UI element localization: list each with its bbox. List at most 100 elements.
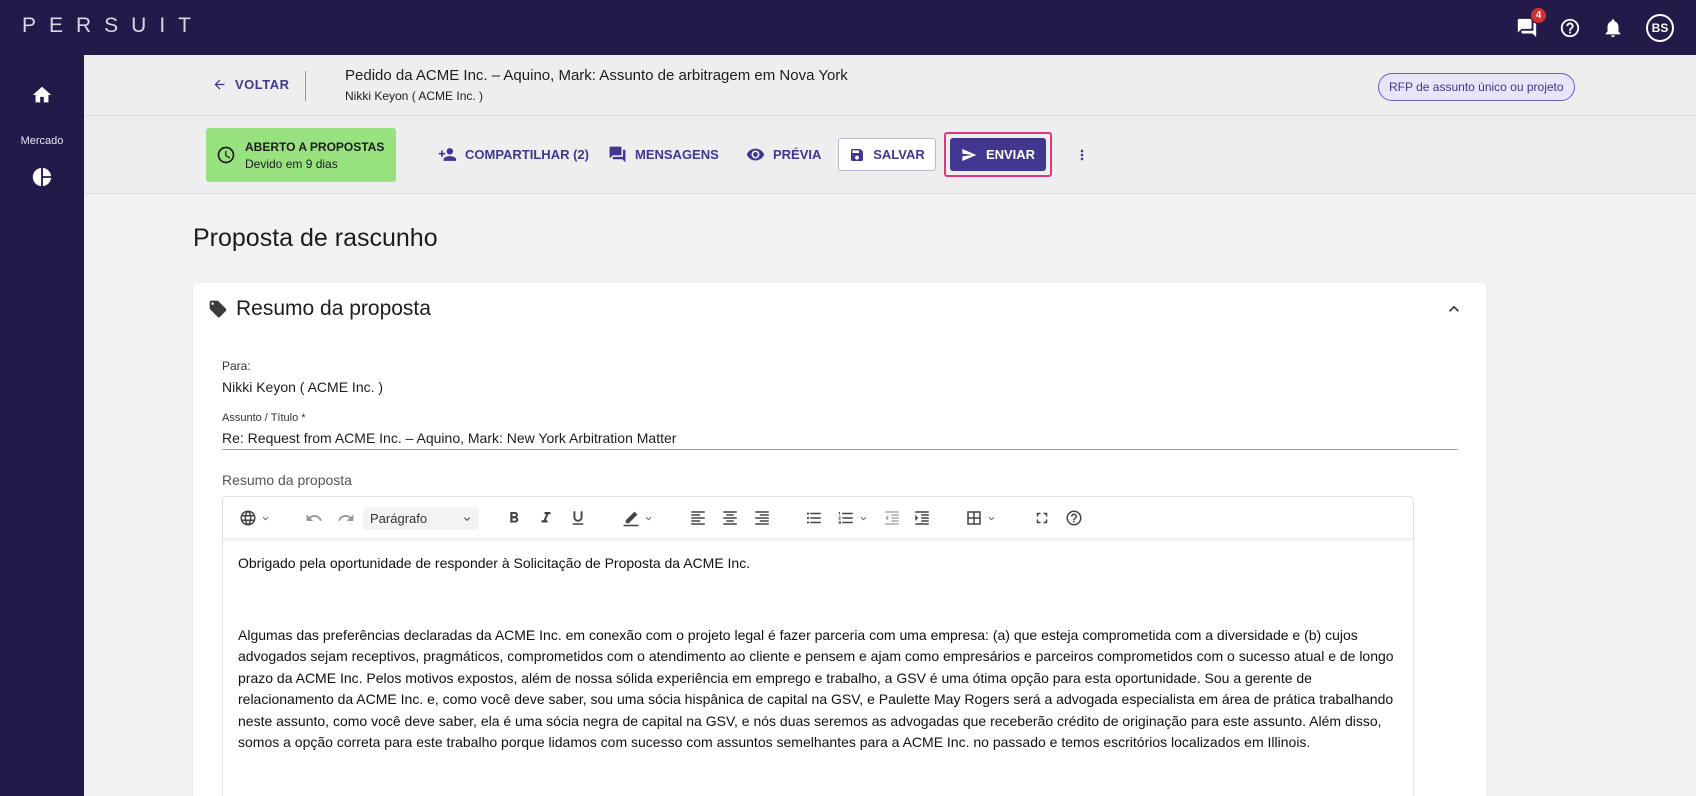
- editor-content[interactable]: Obrigado pela oportunidade de responder …: [238, 553, 1398, 754]
- send-icon: [962, 148, 977, 161]
- table-button[interactable]: [965, 508, 997, 528]
- proposal-summary-card: Resumo da proposta Para: Nikki Keyon ( A…: [193, 283, 1486, 796]
- align-center-icon: [723, 511, 737, 525]
- share-label: COMPARTILHAR (2): [465, 147, 589, 162]
- collapse-button[interactable]: [1444, 299, 1464, 319]
- editor-help-button[interactable]: [1065, 508, 1083, 528]
- top-icons: 4 BS: [1513, 0, 1674, 55]
- undo-button[interactable]: [305, 508, 323, 528]
- messages-label: MENSAGENS: [635, 147, 719, 162]
- align-left-button[interactable]: [689, 508, 707, 528]
- bold-icon: [510, 512, 519, 523]
- highlight-button[interactable]: [622, 508, 654, 528]
- persuit-logo[interactable]: PERSUIT: [22, 14, 204, 38]
- request-subtitle: Nikki Keyon ( ACME Inc. ): [345, 89, 484, 103]
- align-center-button[interactable]: [721, 508, 739, 528]
- underline-icon: [572, 511, 584, 525]
- save-button[interactable]: SALVAR: [838, 138, 936, 171]
- numbered-list-icon: [838, 512, 853, 524]
- to-label: Para:: [222, 359, 251, 373]
- undo-icon: [306, 514, 322, 521]
- rich-text-editor[interactable]: Parágrafo Obrigado pela oportunidade de …: [222, 496, 1414, 796]
- bullet-list-button[interactable]: [805, 508, 823, 528]
- align-left-icon: [691, 511, 705, 525]
- sidebar-item-market[interactable]: Mercado: [0, 135, 84, 147]
- language-button[interactable]: [239, 508, 271, 528]
- fullscreen-icon: [1036, 512, 1048, 524]
- editor-toolbar: Parágrafo: [223, 497, 1413, 539]
- table-icon: [967, 511, 981, 525]
- outdent-icon: [885, 511, 899, 525]
- chevron-up-icon: [1449, 305, 1459, 312]
- more-vert-icon: [1080, 149, 1084, 161]
- numbered-list-button[interactable]: [837, 508, 869, 528]
- to-value: Nikki Keyon ( ACME Inc. ): [222, 379, 384, 395]
- status-due: Devido em 9 dias: [245, 156, 338, 171]
- paragraph-style-value: Parágrafo: [370, 511, 428, 526]
- bold-button[interactable]: [505, 508, 523, 528]
- redo-button[interactable]: [337, 508, 355, 528]
- page-title: Proposta de rascunho: [193, 224, 438, 252]
- help-icon: [1560, 18, 1579, 37]
- italic-button[interactable]: [537, 508, 555, 528]
- rfp-type-badge: RFP de assunto único ou projeto: [1378, 73, 1575, 101]
- underline-button[interactable]: [569, 508, 587, 528]
- user-avatar[interactable]: BS: [1646, 13, 1674, 42]
- outdent-button[interactable]: [883, 508, 901, 528]
- send-label: ENVIAR: [985, 147, 1036, 162]
- eye-icon: [746, 148, 765, 161]
- editor-paragraph: Algumas das preferências declaradas da A…: [238, 626, 1394, 751]
- card-title: Resumo da proposta: [236, 297, 431, 320]
- more-options-button[interactable]: [1074, 143, 1090, 167]
- sidebar-item-label: Mercado: [20, 135, 64, 147]
- messages-badge: 4: [1530, 7, 1547, 24]
- forum-icon: [609, 146, 626, 163]
- arrow-back-icon: [214, 79, 225, 90]
- subject-label: Assunto / Título *: [222, 412, 306, 424]
- back-button[interactable]: VOLTAR: [212, 77, 290, 92]
- editor-paragraph: Obrigado pela oportunidade de responder …: [238, 555, 751, 571]
- chevron-down-icon: [860, 516, 867, 520]
- fullscreen-button[interactable]: [1033, 508, 1051, 528]
- chevron-down-icon: [645, 516, 652, 520]
- send-button[interactable]: ENVIAR: [950, 138, 1046, 171]
- marker-icon: [623, 511, 639, 527]
- person-add-icon: [438, 148, 457, 161]
- save-icon: [851, 148, 864, 161]
- editor-label: Resumo da proposta: [222, 472, 352, 488]
- paragraph-style-select[interactable]: Parágrafo: [363, 507, 479, 530]
- sidebar: Mercado: [0, 55, 84, 796]
- align-right-button[interactable]: [753, 508, 771, 528]
- header-top-row: VOLTAR Pedido da ACME Inc. – Aquino, Mar…: [84, 55, 1696, 116]
- globe-icon: [240, 510, 256, 526]
- card-header: Resumo da proposta: [208, 297, 431, 321]
- back-label: VOLTAR: [235, 77, 290, 92]
- indent-icon: [915, 511, 929, 525]
- preview-label: PRÉVIA: [773, 147, 822, 162]
- share-button[interactable]: COMPARTILHAR (2): [438, 145, 589, 164]
- tag-icon: [209, 300, 227, 318]
- chevron-down-icon: [262, 516, 269, 520]
- notifications-button[interactable]: [1599, 14, 1626, 41]
- chevron-down-icon: [464, 516, 470, 521]
- clock-icon: [217, 146, 235, 164]
- status-title: ABERTO A PROPOSTAS: [245, 139, 385, 154]
- indent-button[interactable]: [913, 508, 931, 528]
- status-badge: ABERTO A PROPOSTAS Devido em 9 dias: [206, 128, 396, 182]
- sidebar-item-analytics[interactable]: [0, 166, 84, 188]
- divider: [305, 71, 306, 101]
- header-action-row: ABERTO A PROPOSTAS Devido em 9 dias COMP…: [84, 117, 1696, 194]
- sidebar-item-home[interactable]: [0, 84, 84, 106]
- help-button[interactable]: [1556, 14, 1583, 41]
- redo-icon: [338, 514, 354, 521]
- preview-button[interactable]: PRÉVIA: [746, 145, 821, 164]
- align-right-icon: [755, 511, 769, 525]
- chevron-down-icon: [988, 516, 995, 520]
- messages-button[interactable]: 4: [1513, 7, 1547, 41]
- pie-chart-icon: [32, 167, 52, 187]
- top-bar: PERSUIT 4 BS: [0, 0, 1696, 55]
- subject-input[interactable]: [222, 426, 1458, 450]
- messages-tab-button[interactable]: MENSAGENS: [608, 145, 719, 164]
- home-icon: [32, 86, 52, 103]
- request-header: VOLTAR Pedido da ACME Inc. – Aquino, Mar…: [84, 55, 1696, 194]
